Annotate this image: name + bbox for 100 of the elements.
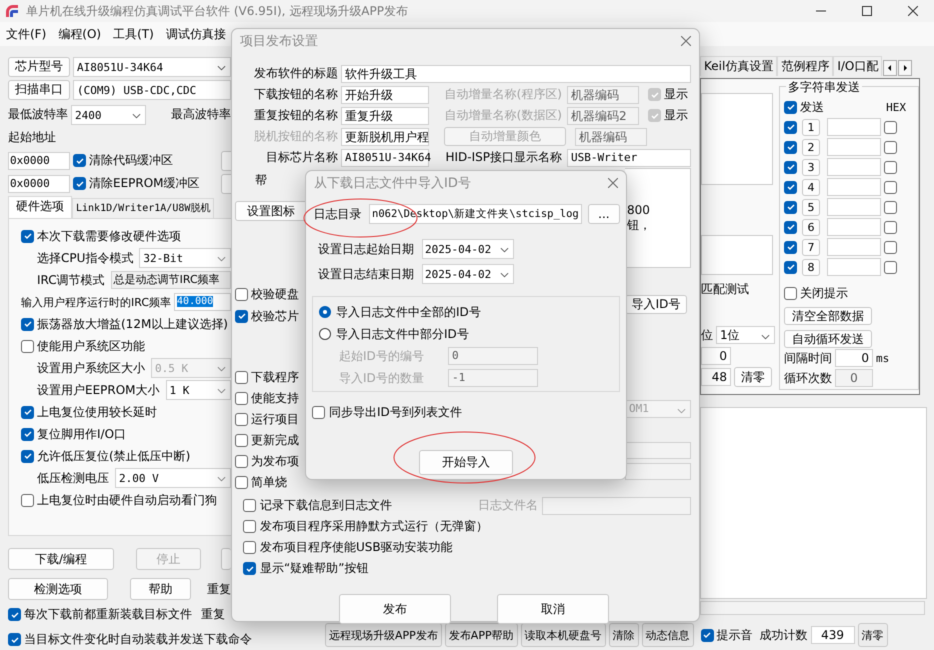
send-string-field[interactable] [827, 158, 881, 176]
dropdown[interactable]: 1 K [166, 380, 231, 400]
browse-button[interactable]: ... [588, 204, 620, 224]
radio-button[interactable] [319, 306, 331, 318]
dropdown[interactable]: 2400 [71, 104, 146, 124]
tab[interactable]: Keil仿真设置 [700, 56, 778, 76]
checkbox[interactable] [235, 476, 248, 489]
dialog-button[interactable]: 发布 [339, 594, 451, 624]
send-string-field[interactable] [827, 258, 881, 276]
name-field[interactable]: 开始升级 [341, 86, 429, 104]
checkbox[interactable] [784, 120, 797, 134]
checkbox[interactable] [784, 140, 797, 154]
checkbox[interactable] [235, 288, 248, 300]
interval-field[interactable]: 0 [835, 349, 873, 367]
checkbox[interactable] [243, 541, 256, 554]
multi-send-button[interactable]: 清空全部数据 [784, 307, 872, 325]
send-number-button[interactable]: 1 [802, 118, 820, 136]
toolbar-button[interactable]: 读取本机硬盘号 [520, 623, 606, 647]
radio-button[interactable] [319, 328, 331, 340]
checkbox[interactable] [235, 455, 248, 468]
action-button[interactable]: 下载/编程 [8, 548, 114, 570]
checkbox[interactable] [235, 434, 248, 447]
send-string-field[interactable] [827, 238, 881, 256]
hex-checkbox[interactable] [884, 260, 897, 274]
toolbar-button[interactable]: 动态信息 [642, 623, 694, 647]
hex-checkbox[interactable] [884, 220, 897, 234]
send-string-field[interactable] [827, 138, 881, 156]
checkbox[interactable] [243, 499, 256, 512]
checkbox[interactable] [235, 413, 248, 426]
menu-item[interactable]: 调试仿真接 [166, 26, 226, 42]
chip-model-button[interactable]: 芯片型号 [8, 56, 70, 76]
action-button[interactable]: 帮助 [130, 578, 191, 600]
reset-button[interactable]: 清零 [734, 367, 772, 387]
maximize-icon[interactable] [862, 6, 872, 16]
checkbox[interactable] [700, 628, 714, 642]
toolbar-button[interactable]: 远程现场升级APP发布 [325, 623, 442, 647]
checkbox[interactable] [784, 220, 797, 234]
checkbox[interactable] [21, 230, 34, 242]
checkbox[interactable] [21, 318, 34, 330]
scan-port-button[interactable]: 扫描串口 [8, 80, 70, 100]
hex-checkbox[interactable] [884, 160, 897, 174]
menu-item[interactable]: 工具(T) [113, 26, 154, 42]
reset-button[interactable]: 清零 [858, 623, 888, 647]
checkbox[interactable] [235, 310, 248, 322]
date-picker[interactable]: 2025-04-02 [422, 239, 514, 259]
send-number-button[interactable]: 5 [802, 198, 820, 216]
frequency-field[interactable]: 40.000 [174, 293, 231, 311]
checkbox[interactable] [21, 406, 34, 418]
checkbox[interactable] [8, 608, 21, 621]
dropdown[interactable]: AI8051U-34K64 [73, 56, 231, 76]
checkbox[interactable] [235, 371, 248, 384]
dropdown[interactable]: 1位 [716, 326, 775, 344]
send-number-button[interactable]: 8 [802, 258, 820, 276]
multi-send-button[interactable]: 自动循环发送 [784, 330, 872, 348]
send-string-field[interactable] [827, 198, 881, 216]
checkbox[interactable] [243, 562, 256, 575]
dropdown[interactable]: (COM9) USB-CDC,CDC [73, 80, 231, 100]
scroll-right-icon[interactable] [898, 60, 912, 76]
menu-item[interactable]: 编程(O) [58, 26, 102, 42]
send-string-field[interactable] [827, 218, 881, 236]
checkbox[interactable] [21, 450, 34, 462]
close-icon[interactable] [608, 178, 618, 188]
address-field[interactable]: 0x0000 [8, 152, 70, 170]
title-field[interactable]: 软件升级工具 [341, 64, 691, 82]
toolbar-button[interactable]: 清除 [608, 623, 639, 647]
tab[interactable]: 范例程序 [777, 56, 834, 76]
checkbox[interactable] [243, 520, 256, 533]
hex-checkbox[interactable] [884, 200, 897, 214]
checkbox[interactable] [784, 200, 797, 214]
checkbox[interactable] [235, 392, 248, 405]
start-import-button[interactable]: 开始导入 [419, 450, 513, 475]
send-string-field[interactable] [827, 178, 881, 196]
date-picker[interactable]: 2025-04-02 [422, 264, 514, 284]
checkbox[interactable] [784, 260, 797, 274]
dialog-button[interactable]: 取消 [497, 594, 609, 624]
checkbox[interactable] [8, 633, 21, 646]
checkbox[interactable] [784, 100, 797, 114]
send-number-button[interactable]: 4 [802, 178, 820, 196]
tab[interactable]: Link1D/Writer1A/U8W脱机 [72, 198, 214, 218]
checkbox[interactable] [312, 406, 325, 418]
menu-item[interactable]: 文件(F) [6, 26, 46, 42]
hex-checkbox[interactable] [884, 140, 897, 154]
address-field[interactable]: 0x0000 [8, 174, 70, 192]
checkbox[interactable] [21, 428, 34, 440]
send-number-button[interactable]: 6 [802, 218, 820, 236]
send-number-button[interactable]: 3 [802, 158, 820, 176]
import-id-button[interactable]: 导入ID号 [625, 295, 687, 314]
tab[interactable]: I/O口配 [833, 56, 882, 76]
checkbox[interactable] [73, 177, 86, 190]
name-field[interactable]: AI8051U-34K64 [341, 148, 429, 166]
checkbox[interactable] [73, 154, 86, 167]
checkbox[interactable] [21, 340, 34, 352]
dropdown[interactable]: 2.00 V [115, 468, 231, 488]
help-text-area[interactable]: 800 钮， [625, 168, 691, 268]
tab[interactable]: 硬件选项 [8, 196, 72, 218]
close-icon[interactable] [908, 6, 918, 16]
dropdown[interactable]: 32-Bit [139, 248, 231, 268]
checkbox[interactable] [21, 494, 34, 506]
checkbox[interactable] [784, 240, 797, 254]
send-number-button[interactable]: 7 [802, 238, 820, 256]
